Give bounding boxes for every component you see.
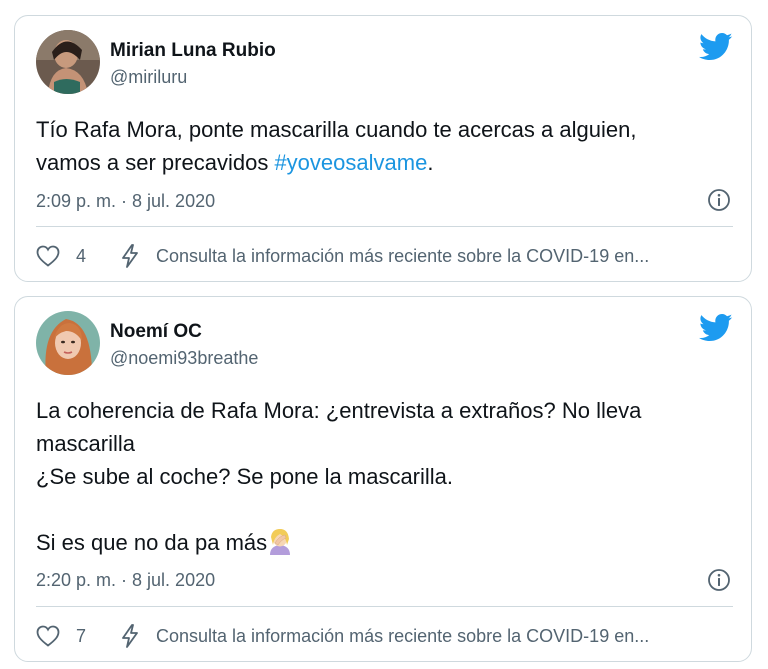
author-handle[interactable]: @noemi93breathe [110, 348, 258, 369]
tweet-text-end: . [427, 150, 434, 175]
info-circle-icon[interactable] [707, 568, 731, 592]
divider [36, 606, 733, 607]
covid-info-link[interactable]: Consulta la información más reciente sob… [156, 626, 649, 647]
twitter-bird-icon[interactable] [699, 313, 733, 343]
like-count[interactable]: 7 [76, 626, 88, 647]
action-bar: 7 Consulta la información más reciente s… [36, 621, 733, 651]
heart-icon[interactable] [36, 625, 60, 647]
avatar-image [36, 30, 100, 94]
woman-facepalming-emoji [270, 529, 291, 555]
tweet-timestamp[interactable]: 2:09 p. m. · 8 jul. 2020 [36, 191, 215, 212]
covid-info-link[interactable]: Consulta la información más reciente sob… [156, 246, 649, 267]
avatar[interactable] [36, 311, 100, 375]
hashtag-link[interactable]: #yoveosalvame [274, 150, 427, 175]
author-name[interactable]: Mirian Luna Rubio [110, 40, 276, 62]
like-count[interactable]: 4 [76, 246, 88, 267]
avatar[interactable] [36, 30, 100, 94]
avatar-image [36, 311, 100, 375]
author-name[interactable]: Noemí OC [110, 321, 202, 343]
tweet-text-body: La coherencia de Rafa Mora: ¿entrevista … [36, 398, 642, 555]
tweet-card[interactable]: Mirian Luna Rubio @miriluru Tío Rafa Mor… [14, 15, 752, 282]
lightning-bolt-icon [122, 624, 138, 648]
twitter-bird-icon[interactable] [699, 32, 733, 62]
tweet-text: La coherencia de Rafa Mora: ¿entrevista … [36, 394, 727, 559]
action-bar: 4 Consulta la información más reciente s… [36, 241, 733, 271]
info-circle-icon[interactable] [707, 188, 731, 212]
tweet-text: Tío Rafa Mora, ponte mascarilla cuando t… [36, 113, 727, 179]
lightning-bolt-icon [122, 244, 138, 268]
author-handle[interactable]: @miriluru [110, 67, 187, 88]
heart-icon[interactable] [36, 245, 60, 267]
divider [36, 226, 733, 227]
tweet-timestamp[interactable]: 2:20 p. m. · 8 jul. 2020 [36, 570, 215, 591]
tweet-card[interactable]: Noemí OC @noemi93breathe La coherencia d… [14, 296, 752, 662]
